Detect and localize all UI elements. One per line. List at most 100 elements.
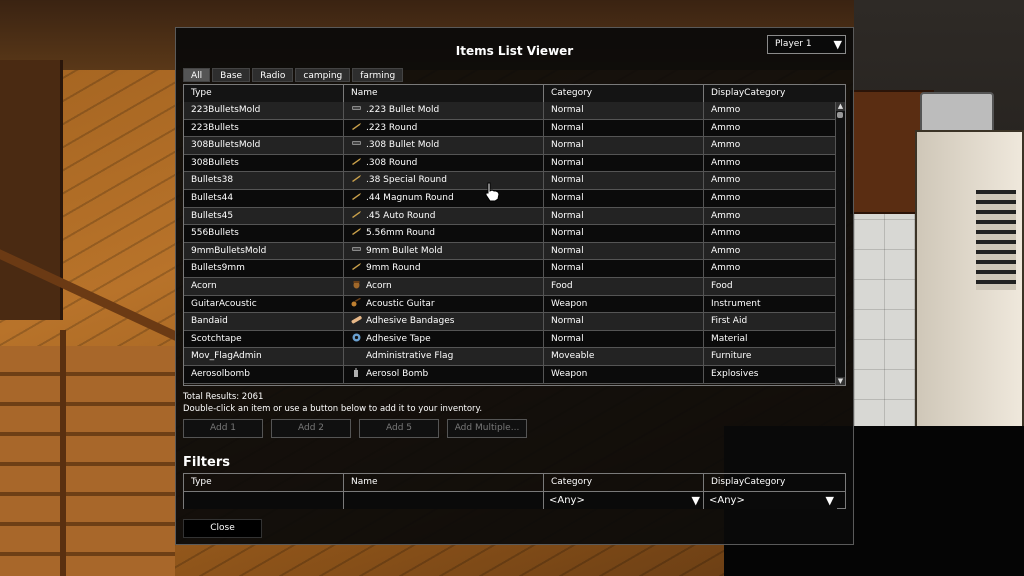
cell-name: 9mm Bullet Mold [344,242,544,260]
cell-display-category: Ammo [711,210,741,221]
add-1-button[interactable]: Add 1 [183,419,263,438]
filter-display-category-value: <Any> [709,495,745,506]
category-tabs: All Base Radio camping farming [183,68,404,82]
item-name-text: Aerosol Bomb [366,368,429,379]
cell-display-category: Furniture [711,351,752,362]
filter-type-input[interactable] [184,492,344,509]
table-row[interactable]: Bullets45 .45 Auto Round Normal Ammo [184,207,837,226]
dropdown-arrow-icon: ▼ [691,494,700,507]
scroll-thumb[interactable] [837,112,843,118]
cell-display-category: First Aid [711,316,748,327]
bandage-icon [351,314,362,324]
add-multiple-button[interactable]: Add Multiple... [447,419,527,438]
item-name-text: .45 Auto Round [366,210,436,221]
instructions-text: Double-click an item or use a button bel… [183,404,483,414]
tab-radio[interactable]: Radio [252,68,294,82]
header-name[interactable]: Name [344,85,544,102]
table-row[interactable]: Acorn Acorn Food Food [184,277,837,296]
table-body: 223BulletsMold .223 Bullet Mold Normal Ammo… [184,102,837,384]
item-name-text: .223 Round [366,122,418,133]
player-select-value: Player 1 [775,39,812,49]
tab-all[interactable]: All [183,68,211,82]
item-name-text: .308 Bullet Mold [366,140,440,151]
tab-farming[interactable]: farming [352,68,404,82]
table-row[interactable]: Bullets9mm 9mm Round Normal Ammo [184,260,837,278]
cell-category: Normal [544,154,704,172]
hand-cursor-icon [485,182,500,202]
cell-type: Mov_FlagAdmin [184,348,344,365]
tab-camping[interactable]: camping [295,68,351,82]
cell-type: Acorn [184,277,344,295]
add-2-button[interactable]: Add 2 [271,419,351,438]
dropdown-arrow-icon: ▼ [825,494,834,507]
cell-category: Normal [544,330,704,348]
filter-display-category-select[interactable]: <Any> ▼ [704,492,837,509]
table-row[interactable]: Scotchtape Adhesive Tape Normal Material [184,330,837,349]
table-scrollbar[interactable]: ▲ ▼ [835,102,845,385]
cell-display-category: Material [711,333,748,344]
item-name-text: 5.56mm Round [366,228,435,239]
scroll-down-icon[interactable]: ▼ [836,377,845,385]
cell-display-category: Ammo [711,175,741,186]
header-display-category[interactable]: DisplayCategory [704,85,837,102]
filters-header: Type Name Category DisplayCategory [184,474,845,492]
table-row[interactable]: 308Bullets .308 Round Normal Ammo [184,154,837,173]
add-5-button[interactable]: Add 5 [359,419,439,438]
filter-name-input[interactable] [344,492,544,509]
cell-display-category: Ammo [711,245,741,256]
close-button[interactable]: Close [183,519,262,538]
cell-type: Scotchtape [184,330,344,348]
cell-category: Weapon [544,295,704,313]
player-select-dropdown[interactable]: Player 1 ▼ [767,35,846,54]
scroll-up-icon[interactable]: ▲ [836,102,845,111]
table-row[interactable]: Bullets44 .44 Magnum Round Normal Ammo [184,189,837,208]
cell-name: Adhesive Bandages [344,313,544,330]
table-row[interactable]: 308BulletsMold .308 Bullet Mold Normal Ammo [184,137,837,155]
cell-display-category: Ammo [711,228,741,239]
table-row[interactable]: 9mmBulletsMold 9mm Bullet Mold Normal Ammo [184,242,837,261]
cell-type: Bandaid [184,313,344,330]
table-row[interactable]: GuitarAcoustic Acoustic Guitar Weapon Instr… [184,295,837,314]
header-category[interactable]: Category [544,85,704,102]
dropdown-arrow-icon: ▼ [833,38,842,51]
cell-name: .223 Bullet Mold [344,102,544,119]
cell-category: Normal [544,172,704,189]
item-name-text: Adhesive Bandages [366,316,455,327]
filters-input-row: <Any> ▼ <Any> ▼ [184,492,845,509]
tab-base[interactable]: Base [212,68,251,82]
table-row[interactable]: 556Bullets 5.56mm Round Normal Ammo [184,225,837,243]
cell-type: 223Bullets [184,119,344,137]
acorn-icon [351,279,362,289]
cell-display-category: Explosives [711,368,759,379]
table-row[interactable]: Mov_FlagAdmin Administrative Flag Moveable… [184,348,837,366]
cell-category: Moveable [544,348,704,365]
bullet-icon [351,209,362,218]
item-name-text: Administrative Flag [366,351,454,362]
mold-icon [351,244,362,253]
cell-type: 308BulletsMold [184,137,344,154]
cell-type: 308Bullets [184,154,344,172]
table-row[interactable]: Bullets38 .38 Special Round Normal Ammo [184,172,837,190]
total-results: Total Results: 2061 [183,392,264,402]
filter-category-select[interactable]: <Any> ▼ [544,492,704,509]
header-type[interactable]: Type [184,85,344,102]
cell-display-category: Ammo [711,263,741,274]
bullet-icon [351,173,362,183]
items-list-viewer-window: Items List Viewer Player 1 ▼ All Base Ra… [175,27,854,545]
table-row[interactable]: 223BulletsMold .223 Bullet Mold Normal Ammo [184,102,837,120]
item-name-text: 9mm Bullet Mold [366,245,443,256]
table-row[interactable]: Bandaid Adhesive Bandages Normal First Aid [184,313,837,331]
tape-icon [351,332,362,342]
table-row[interactable]: 223Bullets .223 Round Normal Ammo [184,119,837,138]
bullet-icon [351,226,362,236]
cell-type: GuitarAcoustic [184,295,344,313]
cell-category: Food [544,277,704,295]
cell-type: 556Bullets [184,225,344,242]
item-name-text: .44 Magnum Round [366,192,454,203]
bullet-icon [351,121,362,130]
cell-type: 9mmBulletsMold [184,242,344,260]
cell-name: .308 Bullet Mold [344,137,544,154]
table-row[interactable]: Aerosolbomb Aerosol Bomb Weapon Explosives [184,365,837,384]
cell-display-category: Ammo [711,105,741,115]
cell-name: .223 Round [344,119,544,137]
